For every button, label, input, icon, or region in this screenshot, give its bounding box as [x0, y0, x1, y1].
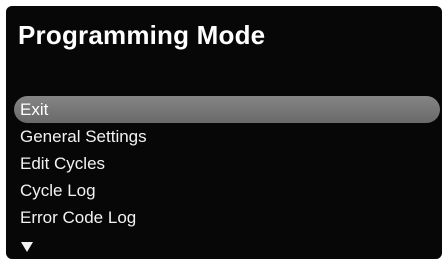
triangle-down-icon[interactable]	[21, 242, 33, 252]
menu-item-edit-cycles[interactable]: Edit Cycles	[6, 150, 442, 177]
menu-item-general-settings[interactable]: General Settings	[6, 123, 442, 150]
menu-item-cycle-log[interactable]: Cycle Log	[6, 177, 442, 204]
screen-title: Programming Mode	[18, 20, 266, 50]
programming-menu: Exit General Settings Edit Cycles Cycle …	[6, 96, 442, 231]
device-screen: Programming Mode Exit General Settings E…	[0, 0, 448, 265]
lcd-display: Programming Mode Exit General Settings E…	[6, 6, 442, 259]
menu-item-exit[interactable]: Exit	[14, 96, 440, 123]
menu-item-error-code-log[interactable]: Error Code Log	[6, 204, 442, 231]
